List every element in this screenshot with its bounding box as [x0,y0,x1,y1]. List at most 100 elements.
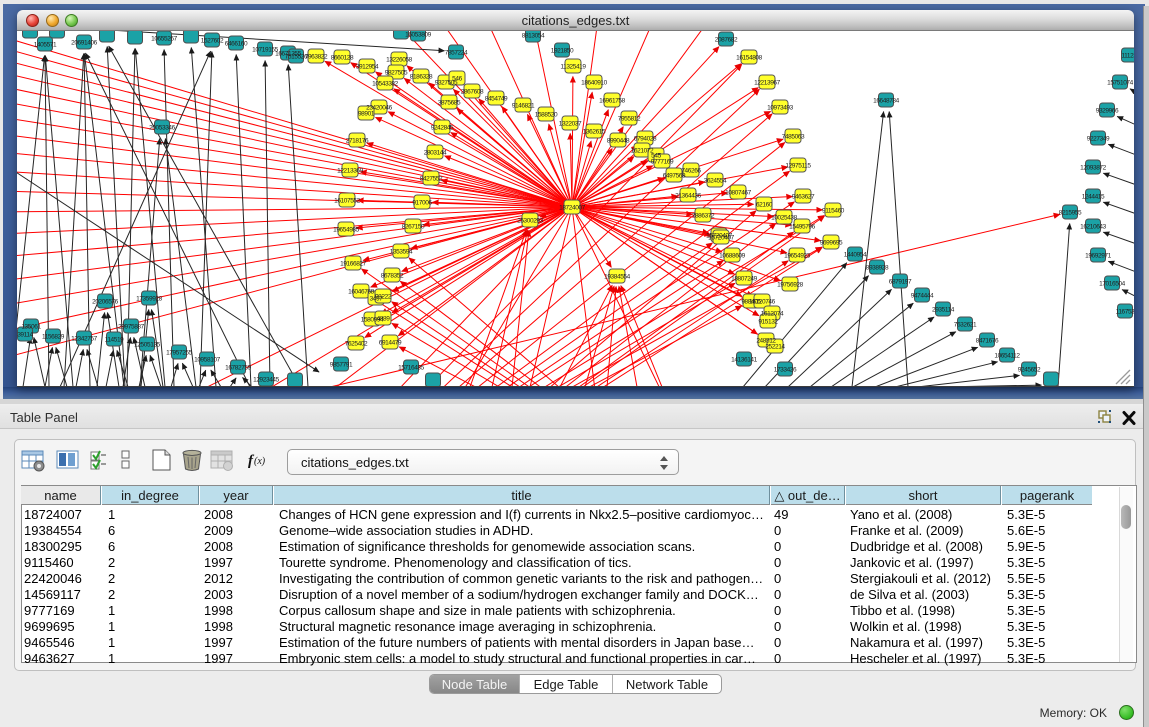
svg-text:18640910: 18640910 [581,80,608,87]
svg-text:17359928: 17359928 [136,296,163,303]
svg-text:8938928: 8938928 [866,265,889,272]
svg-text:10655267: 10655267 [151,36,178,43]
svg-text:98222: 98222 [375,294,392,301]
svg-text:2718176: 2718176 [346,138,369,145]
svg-text:1353594: 1353594 [390,249,413,256]
svg-text:9699695: 9699695 [820,240,843,247]
svg-text:10543382: 10543382 [372,81,399,88]
svg-text:12093872: 12093872 [1080,165,1107,172]
svg-text:9474444: 9474444 [911,293,934,300]
svg-text:1156829: 1156829 [42,334,65,341]
svg-text:16120746: 16120746 [749,299,776,306]
svg-text:114519: 114519 [105,337,125,344]
svg-text:16961758: 16961758 [599,98,626,105]
svg-text:7632621: 7632621 [954,322,977,329]
svg-text:3624554: 3624554 [704,178,727,185]
svg-text:1921850: 1921850 [551,48,574,55]
svg-text:10958107: 10958107 [194,357,221,364]
svg-text:10654112: 10654112 [994,353,1020,360]
svg-text:19692971: 19692971 [1085,253,1112,260]
svg-text:14136141: 14136141 [731,357,758,364]
svg-text:17016504: 17016504 [1099,281,1126,288]
svg-text:12213967: 12213967 [754,80,781,87]
svg-text:1244415: 1244415 [1082,194,1105,201]
svg-text:15716485: 15716485 [398,365,425,372]
svg-text:9463627: 9463627 [792,194,815,201]
svg-text:4889: 4889 [377,316,391,323]
svg-text:10973493: 10973493 [767,105,794,112]
svg-text:13226058: 13226058 [386,57,413,64]
svg-text:18807249: 18807249 [731,276,758,283]
svg-text:8215955: 8215955 [1059,210,1082,217]
svg-text:8267150: 8267150 [402,224,425,231]
svg-text:16046768: 16046768 [348,289,375,296]
svg-text:135061: 135061 [21,324,41,331]
svg-text:1322037: 1322037 [559,121,582,128]
svg-text:7857224: 7857224 [445,50,468,57]
svg-text:19756928: 19756928 [777,282,804,289]
svg-text:9827505: 9827505 [385,70,408,77]
svg-text:2867608: 2867608 [461,89,484,96]
svg-text:546: 546 [452,76,462,83]
svg-text:6497568: 6497568 [663,173,686,180]
svg-text:19654923: 19654923 [784,253,811,260]
svg-text:8660128: 8660128 [331,55,354,62]
svg-text:11325419: 11325419 [560,64,586,71]
svg-text:6914479: 6914479 [379,340,402,347]
svg-text:9245652: 9245652 [1018,367,1041,374]
svg-text:11123: 11123 [1121,53,1134,60]
svg-text:7963822: 7963822 [305,54,328,61]
svg-text:9329966: 9329966 [1096,108,1119,115]
svg-text:1527602: 1527602 [201,38,224,45]
svg-text:2803144: 2803144 [424,150,447,157]
svg-text:12505135: 12505135 [134,342,161,349]
svg-text:6879197: 6879197 [889,279,912,286]
svg-text:7886372: 7886372 [692,213,715,220]
svg-text:9115460: 9115460 [822,208,845,215]
svg-text:8454749: 8454749 [485,96,508,103]
svg-text:62160: 62160 [756,202,773,209]
svg-text:9777169: 9777169 [651,159,674,166]
svg-text:16782759: 16782759 [225,365,252,372]
svg-text:16648784: 16648784 [873,98,900,105]
svg-text:1733426: 1733426 [774,367,797,374]
svg-text:8678352: 8678352 [381,273,404,280]
svg-text:16107552: 16107552 [334,198,361,205]
svg-text:12923445: 12923445 [253,377,280,384]
svg-text:9242845: 9242845 [431,125,454,132]
svg-text:19384554: 19384554 [604,274,631,281]
svg-text:3912954: 3912954 [356,64,379,71]
svg-text:1612074: 1612074 [761,311,784,318]
svg-text:20206576: 20206576 [92,299,119,306]
svg-text:21364436: 21364436 [675,193,702,200]
svg-text:9857791: 9857791 [330,362,353,369]
svg-text:1440954: 1440954 [844,252,867,259]
svg-text:29975887: 29975887 [118,324,145,331]
svg-text:25300293: 25300293 [517,218,544,225]
svg-text:915132: 915132 [758,319,778,326]
svg-text:9146821: 9146821 [512,103,535,110]
svg-text:7485063: 7485063 [782,134,805,141]
svg-text:12342757: 12342757 [71,336,98,343]
svg-text:8186328: 8186328 [410,74,433,81]
svg-text:2935114: 2935114 [932,307,955,314]
svg-text:18724007: 18724007 [559,205,586,212]
svg-text:16154808: 16154808 [736,55,763,62]
svg-text:12213369: 12213369 [337,168,364,175]
svg-text:98901: 98901 [358,111,375,118]
svg-text:6794028: 6794028 [634,136,657,143]
svg-text:15495796: 15495796 [789,224,816,231]
svg-text:12975115: 12975115 [785,163,811,170]
svg-text:16053809: 16053809 [405,32,432,39]
svg-text:116753: 116753 [1116,309,1134,316]
svg-text:19654985: 19654985 [333,227,360,234]
svg-text:8471676: 8471676 [976,338,999,345]
svg-text:917006: 917006 [412,200,432,207]
svg-text:15720407: 15720407 [708,235,735,242]
svg-text:39114: 39114 [17,332,33,339]
svg-text:16210643: 16210643 [1080,224,1107,231]
svg-text:8813054: 8813054 [522,33,545,40]
svg-text:20053346: 20053346 [149,125,176,132]
svg-text:8990448: 8990448 [607,138,630,145]
svg-text:(x): (x) [254,456,266,467]
